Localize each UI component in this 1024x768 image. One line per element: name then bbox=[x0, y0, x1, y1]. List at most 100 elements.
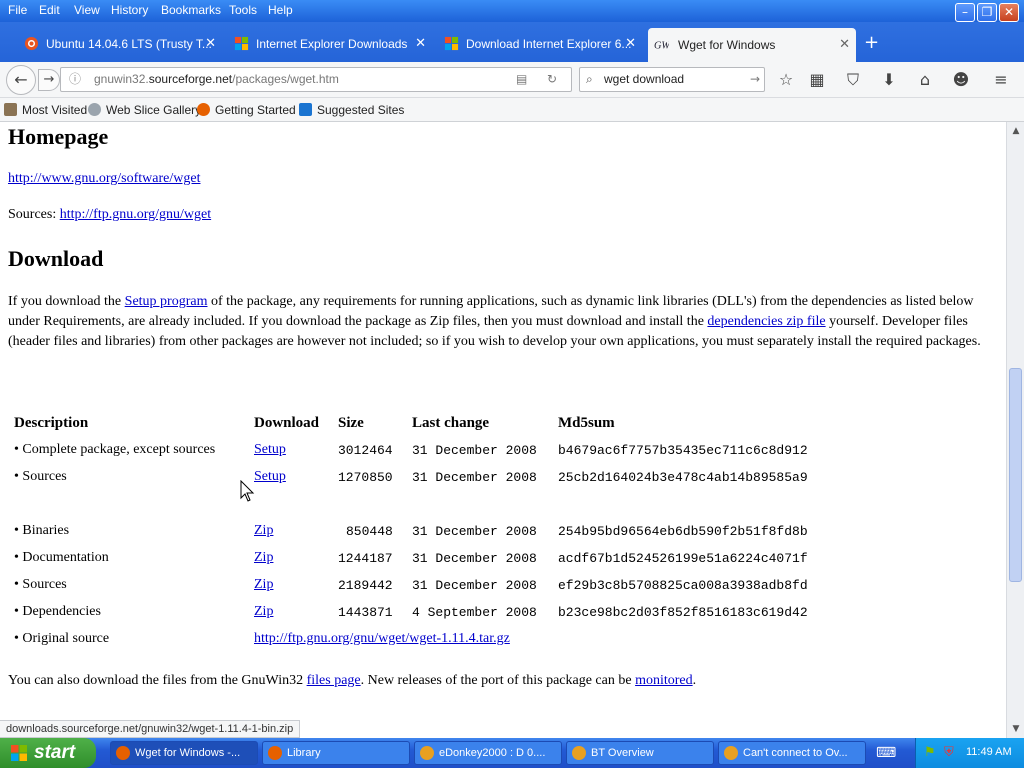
close-tab-icon[interactable]: ✕ bbox=[839, 28, 850, 62]
task-wget-for-windows[interactable]: Wget for Windows -... bbox=[110, 741, 258, 765]
download-paragraph: If you download the Setup program of the… bbox=[8, 294, 981, 349]
bookmark-most-visited[interactable]: Most Visited bbox=[4, 103, 87, 117]
table-row: • Sources Setup 1270850 31 December 2008… bbox=[0, 469, 1000, 489]
minimize-button[interactable]: – bbox=[955, 3, 975, 22]
col-header-last-change: Last change bbox=[412, 415, 490, 431]
row-description: • Complete package, except sources bbox=[14, 442, 216, 457]
dependencies-zip-link[interactable]: dependencies zip file bbox=[707, 314, 825, 329]
smiley-icon[interactable]: ☻ bbox=[951, 70, 971, 90]
menu-bookmarks[interactable]: Bookmarks bbox=[161, 3, 221, 17]
web-slice-icon bbox=[88, 103, 101, 116]
row-download-link[interactable]: Zip bbox=[254, 550, 273, 566]
row-description: • Sources bbox=[14, 469, 67, 484]
url-bar[interactable]: ⓘ gnuwin32.sourceforge.net/packages/wget… bbox=[60, 67, 572, 92]
close-tab-icon[interactable]: ✕ bbox=[205, 30, 216, 58]
task-library[interactable]: Library bbox=[262, 741, 410, 765]
table-row: • Complete package, except sources Setup… bbox=[0, 442, 1000, 462]
sources-link[interactable]: http://ftp.gnu.org/gnu/wget bbox=[60, 207, 211, 222]
row-md5: ef29b3c8b5708825ca008a3938adb8fd bbox=[558, 578, 808, 593]
status-bar: downloads.sourceforge.net/gnuwin32/wget-… bbox=[0, 720, 301, 738]
table-row: • Original source http://ftp.gnu.org/gnu… bbox=[0, 631, 1000, 651]
search-box[interactable]: ⌕ wget download → bbox=[579, 67, 765, 92]
search-icon: ⌕ bbox=[586, 72, 593, 86]
tab-wget-for-windows[interactable]: GW Wget for Windows ✕ bbox=[648, 28, 856, 62]
search-go-icon[interactable]: → bbox=[750, 68, 760, 91]
back-button[interactable]: ← bbox=[6, 65, 36, 95]
files-page-link[interactable]: files page bbox=[307, 673, 361, 688]
row-download-link[interactable]: Setup bbox=[254, 442, 286, 458]
torrent-icon bbox=[420, 746, 434, 760]
monitored-link[interactable]: monitored bbox=[635, 673, 693, 688]
row-description: • Dependencies bbox=[14, 604, 101, 619]
task-edonkey[interactable]: eDonkey2000 : D 0.... bbox=[414, 741, 562, 765]
row-download-link[interactable]: Zip bbox=[254, 577, 273, 593]
navigation-bar: ← → ⓘ gnuwin32.sourceforge.net/packages/… bbox=[0, 62, 1024, 98]
reload-icon[interactable]: ↻ bbox=[547, 68, 557, 91]
menu-view[interactable]: View bbox=[74, 3, 100, 17]
bookmark-suggested-sites[interactable]: Suggested Sites bbox=[299, 103, 404, 117]
menu-history[interactable]: History bbox=[111, 3, 148, 17]
security-shield-icon[interactable]: ⛨ bbox=[944, 745, 954, 760]
menu-edit[interactable]: Edit bbox=[39, 3, 60, 17]
task-cant-connect[interactable]: Can't connect to Ov... bbox=[718, 741, 866, 765]
menu-bar: File Edit View History Bookmarks Tools H… bbox=[0, 0, 1024, 22]
tab-download-ie6[interactable]: Download Internet Explorer 6... ✕ bbox=[442, 30, 642, 58]
vertical-scrollbar[interactable]: ▲ ▼ bbox=[1006, 122, 1024, 738]
close-window-button[interactable]: ✕ bbox=[999, 3, 1019, 22]
url-domain-prefix: gnuwin32. bbox=[94, 72, 149, 86]
menu-help[interactable]: Help bbox=[268, 3, 293, 17]
row-date: 31 December 2008 bbox=[412, 524, 537, 539]
row-download-link[interactable]: Setup bbox=[254, 469, 286, 485]
col-header-md5sum: Md5sum bbox=[558, 415, 615, 431]
restore-button[interactable]: ❐ bbox=[977, 3, 997, 22]
row-md5: b4679ac6f7757b35435ec711c6c8d912 bbox=[558, 443, 808, 458]
pocket-icon[interactable]: ⛉ bbox=[843, 70, 863, 90]
menu-tools[interactable]: Tools bbox=[229, 3, 257, 17]
torrent-icon bbox=[724, 746, 738, 760]
hamburger-menu-icon[interactable]: ≡ bbox=[991, 70, 1011, 90]
homepage-link[interactable]: http://www.gnu.org/software/wget bbox=[8, 171, 200, 186]
close-tab-icon[interactable]: ✕ bbox=[415, 30, 426, 58]
reader-view-icon[interactable]: ▤ bbox=[516, 68, 527, 91]
svg-text:GW: GW bbox=[654, 40, 669, 51]
scrollbar-thumb[interactable] bbox=[1009, 368, 1022, 582]
table-row: • Binaries Zip 850448 31 December 2008 2… bbox=[0, 523, 1000, 543]
tab-ie-downloads[interactable]: Internet Explorer Downloads ✕ bbox=[232, 30, 432, 58]
row-date: 31 December 2008 bbox=[412, 578, 537, 593]
bookmark-star-icon[interactable]: ☆ bbox=[776, 70, 796, 90]
download-heading: Download bbox=[8, 246, 104, 271]
footer-paragraph: You can also download the files from the… bbox=[8, 673, 697, 688]
folder-icon bbox=[4, 103, 17, 116]
row-description: • Binaries bbox=[14, 523, 70, 538]
task-bt-overview[interactable]: BT Overview bbox=[566, 741, 714, 765]
menu-file[interactable]: File bbox=[8, 3, 27, 17]
home-icon[interactable]: ⌂ bbox=[915, 70, 935, 90]
firefox-icon bbox=[116, 746, 130, 760]
windows-taskbar: start Wget for Windows -... Library eDon… bbox=[0, 738, 1024, 768]
row-download-link[interactable]: Zip bbox=[254, 604, 273, 620]
new-tab-button[interactable]: + bbox=[864, 32, 879, 53]
search-input[interactable]: wget download bbox=[604, 68, 684, 91]
reading-list-icon[interactable]: ▦ bbox=[807, 70, 827, 90]
row-download-link[interactable]: Zip bbox=[254, 523, 273, 539]
setup-program-link[interactable]: Setup program bbox=[125, 294, 208, 309]
bookmark-getting-started[interactable]: Getting Started bbox=[197, 103, 296, 117]
tab-ubuntu[interactable]: Ubuntu 14.04.6 LTS (Trusty T... ✕ bbox=[22, 30, 222, 58]
network-icon[interactable]: ⚑ bbox=[924, 745, 936, 760]
scroll-down-icon[interactable]: ▼ bbox=[1009, 722, 1023, 736]
bookmarks-toolbar: Most Visited Web Slice Gallery Getting S… bbox=[0, 98, 1024, 122]
bookmark-web-slice-gallery[interactable]: Web Slice Gallery bbox=[88, 103, 201, 117]
row-date: 4 September 2008 bbox=[412, 605, 537, 620]
start-button[interactable]: start bbox=[0, 738, 96, 768]
forward-button[interactable]: → bbox=[38, 69, 60, 91]
original-source-link[interactable]: http://ftp.gnu.org/gnu/wget/wget-1.11.4.… bbox=[254, 631, 510, 647]
row-md5: b23ce98bc2d03f852f8516183c619d42 bbox=[558, 605, 808, 620]
close-tab-icon[interactable]: ✕ bbox=[625, 30, 636, 58]
info-icon[interactable]: ⓘ bbox=[69, 68, 81, 91]
downloads-icon[interactable]: ⬇ bbox=[879, 70, 899, 90]
url-path: /packages/wget.htm bbox=[232, 72, 339, 86]
col-header-description: Description bbox=[14, 415, 89, 431]
scroll-up-icon[interactable]: ▲ bbox=[1009, 124, 1023, 138]
row-description: • Original source bbox=[14, 631, 110, 646]
keyboard-icon[interactable]: ⌨ bbox=[876, 745, 896, 761]
